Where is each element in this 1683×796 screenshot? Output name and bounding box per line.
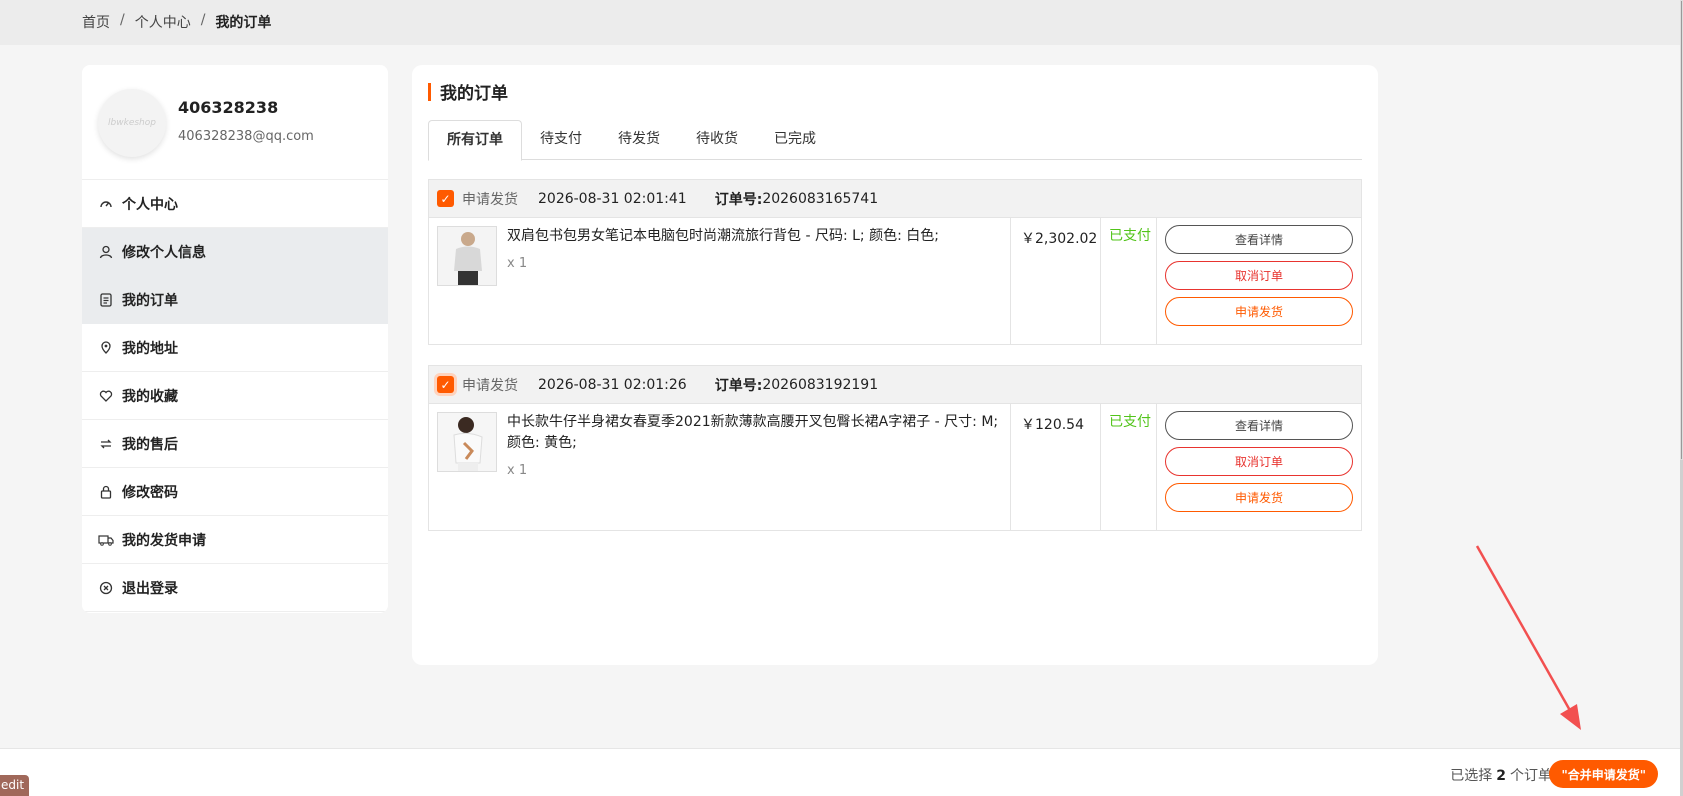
product-image[interactable] xyxy=(437,412,497,472)
sidebar-item-change-password[interactable]: 修改密码 xyxy=(82,468,388,516)
sidebar-item-edit-profile[interactable]: 修改个人信息 xyxy=(82,228,388,276)
order-number: 2026083192191 xyxy=(762,376,879,393)
order-select-checkbox[interactable]: ✓ xyxy=(437,190,454,207)
product-title[interactable]: 中长款牛仔半身裙女春夏季2021新款薄款高腰开叉包臀长裙A字裙子 - 尺寸: M… xyxy=(507,412,1002,454)
user-email: 406328238@qq.com xyxy=(178,129,314,144)
apply-shipment-label[interactable]: 申请发货 xyxy=(462,189,518,209)
product-title[interactable]: 双肩包书包男女笔记本电脑包时尚潮流旅行背包 - 尺码: L; 颜色: 白色; xyxy=(507,226,939,247)
merge-apply-shipment-button[interactable]: "合并申请发货" xyxy=(1549,760,1658,788)
sidebar-item-label: 我的发货申请 xyxy=(122,532,206,549)
breadcrumb-separator: / xyxy=(120,12,125,28)
lock-icon xyxy=(98,484,114,500)
tab-pending-shipment[interactable]: 待发货 xyxy=(600,120,678,160)
sidebar-item-address[interactable]: 我的地址 xyxy=(82,324,388,372)
sidebar-item-label: 我的地址 xyxy=(122,340,178,357)
page-title-text: 我的订单 xyxy=(440,84,508,104)
title-accent-bar xyxy=(428,82,431,101)
sidebar-item-label: 退出登录 xyxy=(122,580,178,597)
sidebar-item-orders[interactable]: 我的订单 xyxy=(82,276,388,324)
profile-card: lbwkeshop 406328238 406328238@qq.com xyxy=(82,65,388,180)
sidebar-item-label: 我的售后 xyxy=(122,436,178,453)
sidebar-item-shipping-requests[interactable]: 我的发货申请 xyxy=(82,516,388,564)
order-number-label: 订单号: xyxy=(714,191,763,208)
product-cell: 双肩包书包男女笔记本电脑包时尚潮流旅行背包 - 尺码: L; 颜色: 白色; x… xyxy=(429,218,1011,344)
sidebar-item-label: 我的收藏 xyxy=(122,388,178,405)
order-number-label: 订单号: xyxy=(714,377,763,394)
product-image[interactable] xyxy=(437,226,497,286)
page-title: 我的订单 xyxy=(428,79,508,104)
selection-count: 2 xyxy=(1496,768,1506,784)
product-quantity: x 1 xyxy=(507,256,528,271)
order-card: ✓ 申请发货 2026-08-31 02:01:41 订单号: 20260831… xyxy=(428,179,1362,345)
view-details-button[interactable]: 查看详情 xyxy=(1165,411,1353,440)
avatar[interactable]: lbwkeshop xyxy=(98,89,166,157)
order-card: ✓ 申请发货 2026-08-31 02:01:26 订单号: 20260831… xyxy=(428,365,1362,531)
orders-panel: 我的订单 所有订单 待支付 待发货 待收货 已完成 ✓ 申请发货 2026-08… xyxy=(412,65,1378,665)
document-icon xyxy=(98,292,114,308)
location-icon xyxy=(98,340,114,356)
selection-info: 已选择 2 个订单 xyxy=(1450,765,1552,785)
order-number: 2026083165741 xyxy=(762,190,879,207)
edit-tab[interactable]: edit xyxy=(0,775,29,796)
username: 406328238 xyxy=(178,98,279,117)
sidebar-item-logout[interactable]: 退出登录 xyxy=(82,564,388,612)
order-actions: 查看详情 取消订单 申请发货 xyxy=(1157,404,1361,530)
order-price: ￥120.54 xyxy=(1011,404,1101,530)
tab-completed[interactable]: 已完成 xyxy=(756,120,834,160)
order-price: ￥2,302.02 xyxy=(1011,218,1101,344)
product-quantity: x 1 xyxy=(507,463,528,478)
sidebar-item-label: 修改个人信息 xyxy=(122,245,206,261)
dashboard-icon xyxy=(98,196,114,212)
sidebar-item-label: 修改密码 xyxy=(122,484,178,501)
sidebar-item-dashboard[interactable]: 个人中心 xyxy=(82,180,388,228)
order-select-checkbox[interactable]: ✓ xyxy=(437,376,454,393)
tab-pending-payment[interactable]: 待支付 xyxy=(522,120,600,160)
breadcrumb: 首页 / 个人中心 / 我的订单 xyxy=(82,12,271,32)
product-cell: 中长款牛仔半身裙女春夏季2021新款薄款高腰开叉包臀长裙A字裙子 - 尺寸: M… xyxy=(429,404,1011,530)
apply-shipment-label[interactable]: 申请发货 xyxy=(462,375,518,395)
sidebar: lbwkeshop 406328238 406328238@qq.com 个人中… xyxy=(82,65,388,613)
order-status: 已支付 xyxy=(1101,218,1157,344)
breadcrumb-current: 我的订单 xyxy=(215,15,272,31)
breadcrumb-separator: / xyxy=(200,12,206,28)
sidebar-item-favorites[interactable]: 我的收藏 xyxy=(82,372,388,420)
selection-bar: 已选择 2 个订单 "合并申请发货" xyxy=(0,748,1680,796)
sidebar-item-after-sales[interactable]: 我的售后 xyxy=(82,420,388,468)
order-actions: 查看详情 取消订单 申请发货 xyxy=(1157,218,1361,344)
view-details-button[interactable]: 查看详情 xyxy=(1165,225,1353,254)
apply-shipment-button[interactable]: 申请发货 xyxy=(1165,297,1353,326)
tab-pending-receipt[interactable]: 待收货 xyxy=(678,120,756,160)
order-time: 2026-08-31 02:01:41 xyxy=(538,190,687,207)
order-tabs: 所有订单 待支付 待发货 待收货 已完成 xyxy=(428,120,1362,161)
heart-icon xyxy=(98,388,114,404)
cancel-order-button[interactable]: 取消订单 xyxy=(1165,447,1353,476)
order-status: 已支付 xyxy=(1101,404,1157,530)
selection-suffix: 个订单 xyxy=(1510,768,1552,784)
close-circle-icon xyxy=(98,580,114,596)
user-icon xyxy=(98,244,114,260)
sidebar-item-label: 我的订单 xyxy=(122,293,178,309)
exchange-icon xyxy=(98,436,114,452)
tab-all-orders[interactable]: 所有订单 xyxy=(428,120,522,161)
order-time: 2026-08-31 02:01:26 xyxy=(538,376,687,393)
order-body: 中长款牛仔半身裙女春夏季2021新款薄款高腰开叉包臀长裙A字裙子 - 尺寸: M… xyxy=(429,404,1361,530)
apply-shipment-button[interactable]: 申请发货 xyxy=(1165,483,1353,512)
truck-icon xyxy=(98,532,114,548)
breadcrumb-home[interactable]: 首页 xyxy=(82,12,110,32)
top-bar: 首页 / 个人中心 / 我的订单 xyxy=(0,0,1680,45)
selection-prefix: 已选择 xyxy=(1450,768,1493,784)
cancel-order-button[interactable]: 取消订单 xyxy=(1165,261,1353,290)
order-header: ✓ 申请发货 2026-08-31 02:01:26 订单号: 20260831… xyxy=(429,366,1361,404)
order-body: 双肩包书包男女笔记本电脑包时尚潮流旅行背包 - 尺码: L; 颜色: 白色; x… xyxy=(429,218,1361,344)
sidebar-item-label: 个人中心 xyxy=(122,196,178,213)
breadcrumb-center[interactable]: 个人中心 xyxy=(135,12,191,32)
order-header: ✓ 申请发货 2026-08-31 02:01:41 订单号: 20260831… xyxy=(429,180,1361,218)
